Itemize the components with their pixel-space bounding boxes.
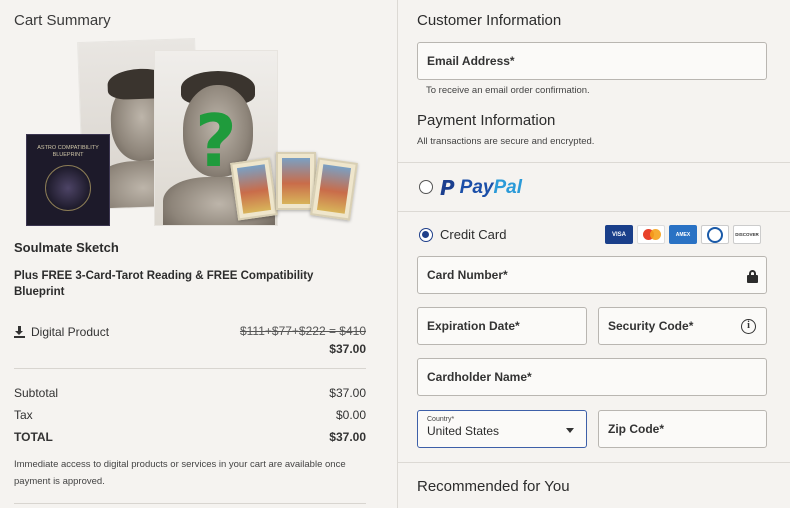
original-price: $111+$77+$222 = $410 <box>239 324 366 338</box>
cardholder-name-field[interactable]: Cardholder Name* <box>417 358 767 396</box>
cardholder-name-label: Cardholder Name* <box>427 370 532 384</box>
total-value: $37.00 <box>329 430 366 444</box>
checkout-panel: Customer Information Email Address* To r… <box>397 0 790 508</box>
tarot-card-2 <box>276 152 316 210</box>
email-hint: To receive an email order confirmation. <box>426 85 590 96</box>
current-price: $37.00 <box>329 342 366 356</box>
download-icon <box>14 326 25 338</box>
paypal-icon: P <box>440 176 455 200</box>
security-code-label: Security Code* <box>608 319 694 333</box>
country-value: United States <box>427 424 500 438</box>
zip-code-label: Zip Code* <box>608 422 664 436</box>
recommended-title: Recommended for You <box>417 478 570 495</box>
payment-security-note: All transactions are secure and encrypte… <box>417 136 595 147</box>
paypal-option[interactable]: P PayPal <box>440 176 522 200</box>
tarot-card-1 <box>230 157 278 221</box>
tax-row: Tax $0.00 <box>14 408 366 422</box>
mastercard-icon <box>637 225 665 244</box>
expiration-date-label: Expiration Date* <box>427 319 520 333</box>
divider <box>14 503 366 504</box>
country-label: Country* <box>427 416 455 423</box>
paypal-logo-text: PayPal <box>459 177 523 198</box>
digital-product-tag: Digital Product <box>14 325 109 339</box>
paypal-radio[interactable] <box>419 180 433 194</box>
tax-value: $0.00 <box>335 408 366 422</box>
subtotal-label: Subtotal <box>14 386 59 400</box>
expiration-date-field[interactable]: Expiration Date* <box>417 307 587 345</box>
credit-card-radio[interactable] <box>419 228 433 242</box>
email-label: Email Address* <box>427 54 515 68</box>
total-row: TOTAL $37.00 <box>14 430 366 444</box>
payment-info-title: Payment Information <box>417 112 556 129</box>
security-code-field[interactable]: Security Code* i <box>598 307 767 345</box>
zip-code-field[interactable]: Zip Code* <box>598 410 767 448</box>
subtotal-value: $37.00 <box>329 386 366 400</box>
card-number-field[interactable]: Card Number* <box>417 256 767 294</box>
divider <box>398 211 790 212</box>
chevron-down-icon <box>566 428 574 433</box>
card-brand-logos: VISA AMEX DISCOVER <box>605 225 761 244</box>
product-name: Soulmate Sketch <box>14 240 119 255</box>
info-icon[interactable]: i <box>741 319 756 334</box>
credit-card-label[interactable]: Credit Card <box>440 227 506 242</box>
discover-icon: DISCOVER <box>733 225 761 244</box>
lock-icon <box>747 270 758 283</box>
cart-summary-panel: Cart Summary ? ASTRO COMPATIBILITY BLUEP… <box>0 0 380 508</box>
digital-product-label: Digital Product <box>31 325 110 339</box>
card-number-label: Card Number* <box>427 268 508 282</box>
visa-icon: VISA <box>605 225 633 244</box>
blueprint-book: ASTRO COMPATIBILITY BLUEPRINT <box>26 134 110 226</box>
amex-icon: AMEX <box>669 225 697 244</box>
book-title: ASTRO COMPATIBILITY BLUEPRINT <box>37 145 99 158</box>
product-description: Plus FREE 3-Card-Tarot Reading & FREE Co… <box>14 270 314 298</box>
total-label: TOTAL <box>14 430 53 444</box>
email-field[interactable]: Email Address* <box>417 42 767 80</box>
cart-summary-title: Cart Summary <box>14 12 111 29</box>
divider <box>398 462 790 463</box>
access-note: Immediate access to digital products or … <box>14 459 346 487</box>
diners-icon <box>701 225 729 244</box>
product-image: ? ASTRO COMPATIBILITY BLUEPRINT <box>22 34 362 232</box>
divider <box>398 162 790 163</box>
tarot-card-3 <box>310 157 358 221</box>
tax-label: Tax <box>14 408 33 422</box>
country-select[interactable]: Country* United States <box>417 410 587 448</box>
subtotal-row: Subtotal $37.00 <box>14 386 366 400</box>
divider <box>14 368 366 369</box>
customer-info-title: Customer Information <box>417 12 562 29</box>
